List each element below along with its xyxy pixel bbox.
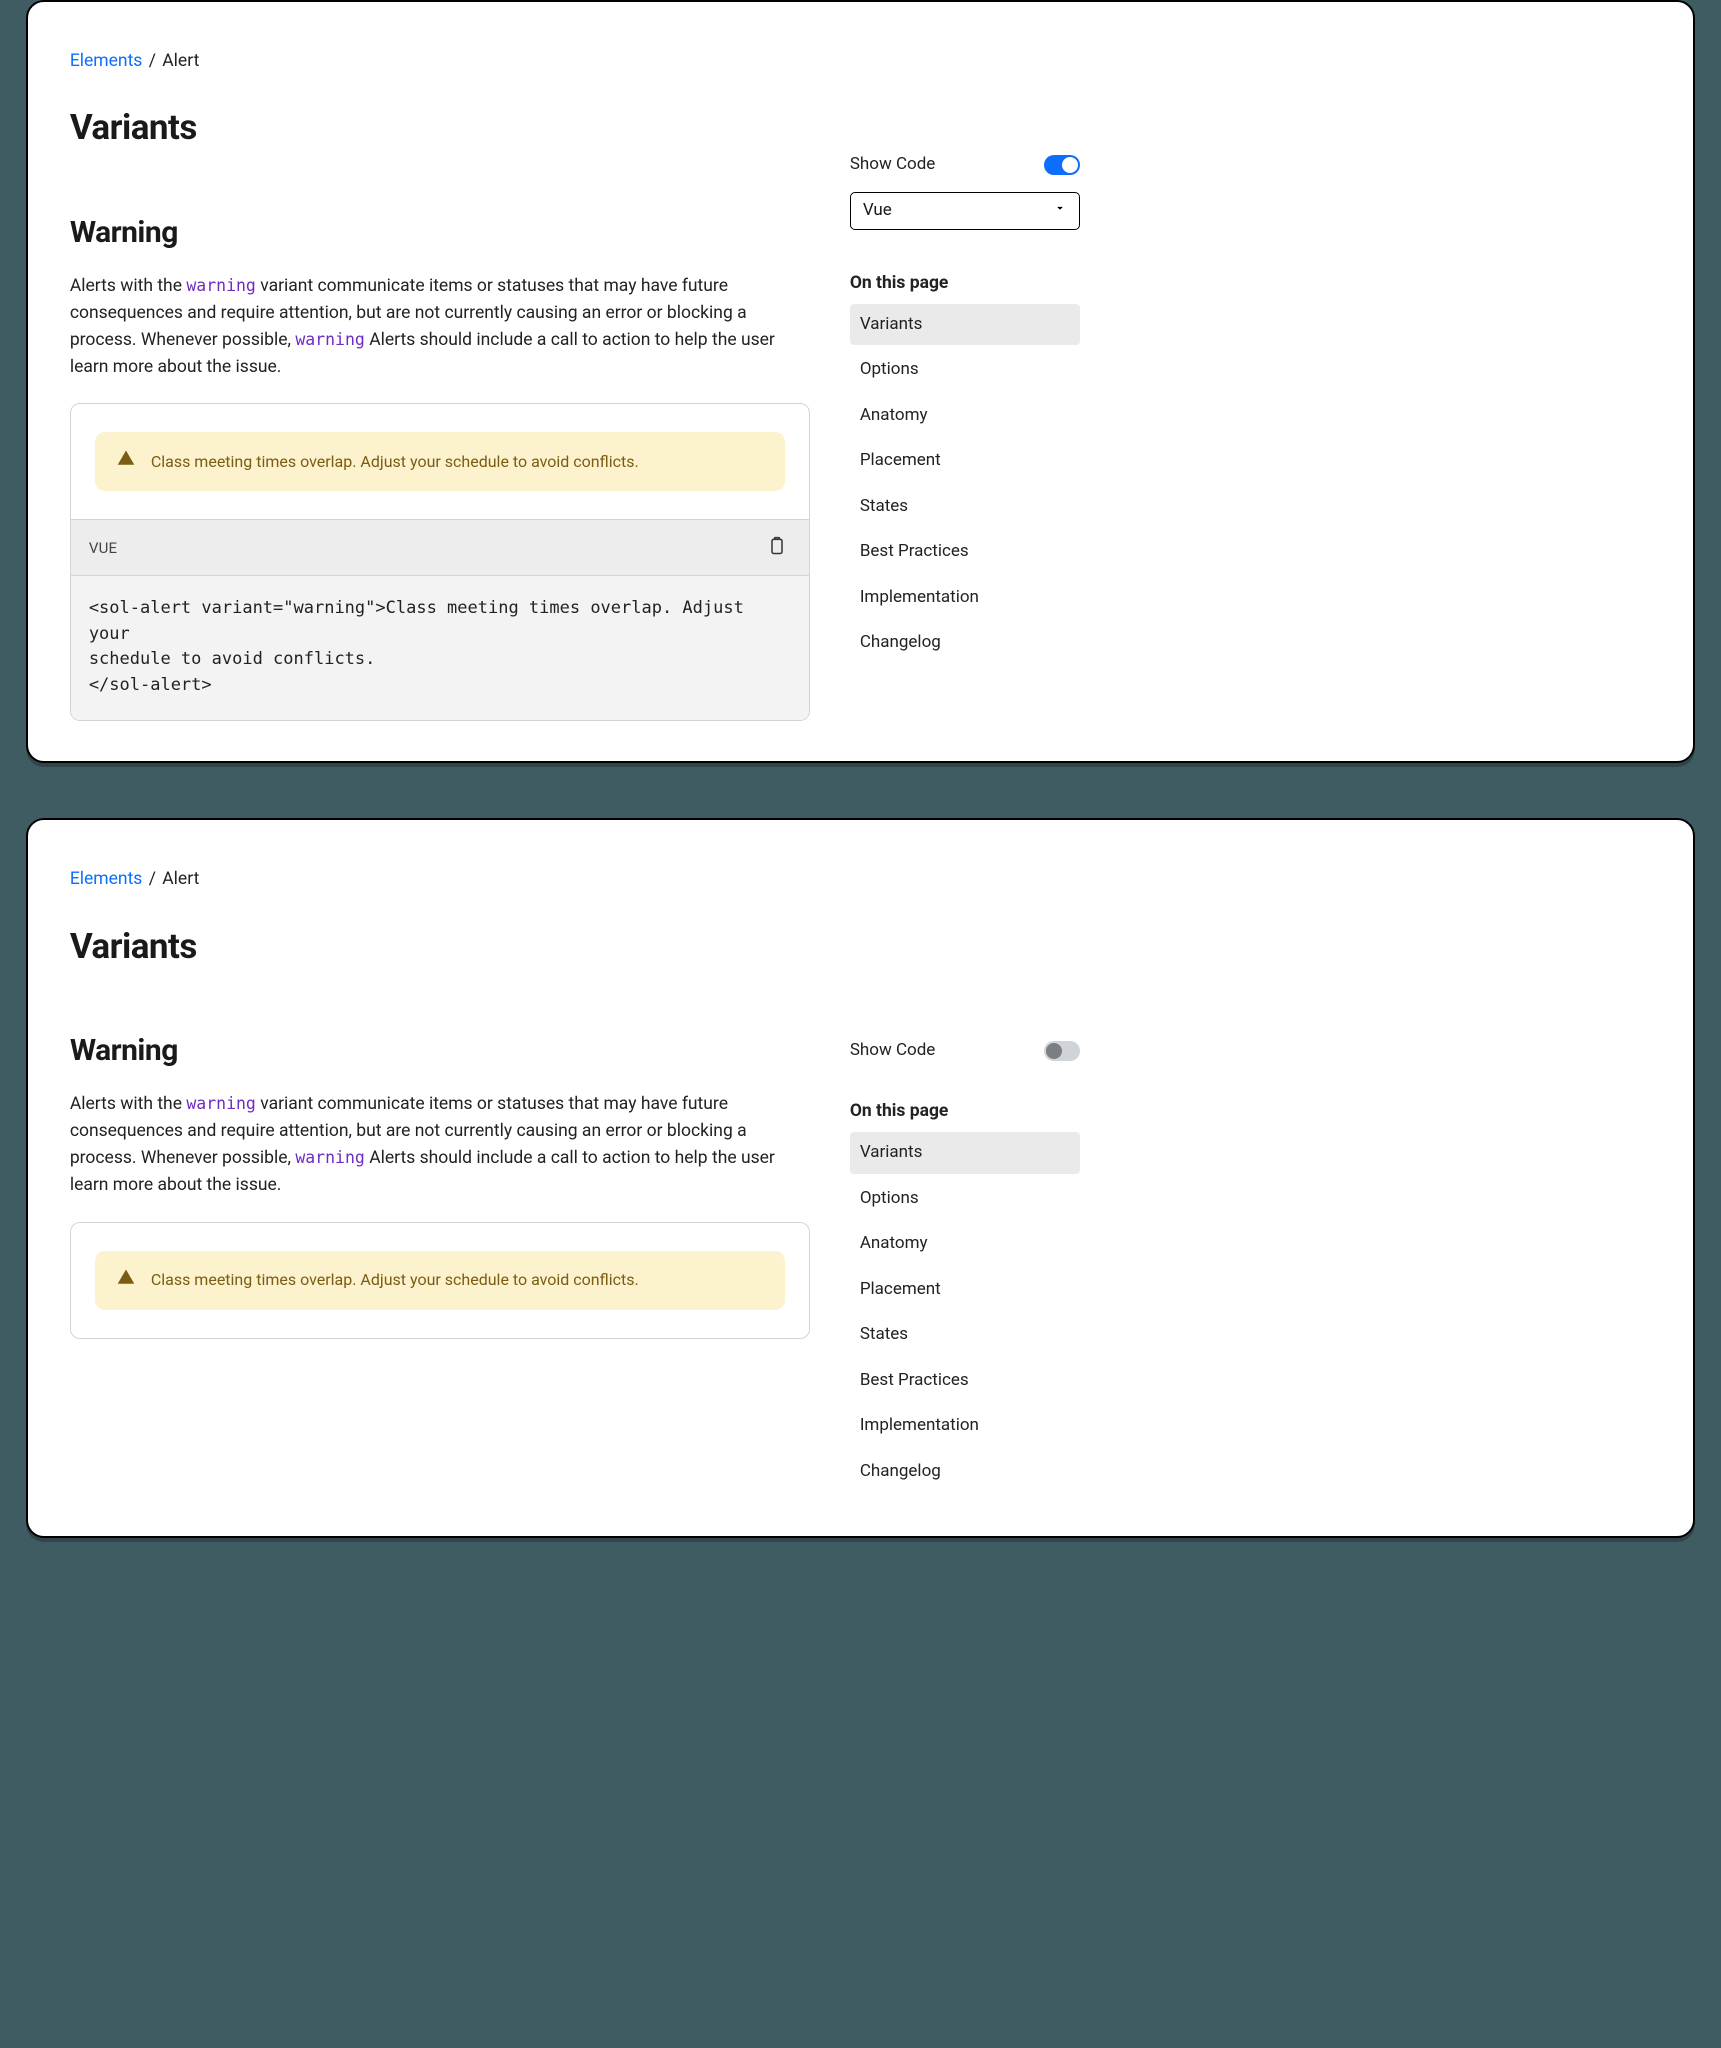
alert-message: Class meeting times overlap. Adjust your… [151, 1268, 639, 1292]
breadcrumb: Elements / Alert [70, 48, 810, 74]
code-language-label: VUE [89, 537, 117, 560]
toc-list: Variants Options Anatomy Placement State… [850, 1132, 1080, 1492]
show-code-toggle[interactable] [1044, 1041, 1080, 1061]
code-snippet: <sol-alert variant="warning">Class meeti… [71, 576, 809, 720]
show-code-label: Show Code [850, 1038, 936, 1064]
toc-item-variants[interactable]: Variants [850, 304, 1080, 346]
alert-warning: Class meeting times overlap. Adjust your… [95, 1251, 785, 1310]
inline-code-warning: warning [295, 330, 365, 349]
section-description: Alerts with the warning variant communic… [70, 1091, 810, 1200]
toc-item-placement[interactable]: Placement [850, 440, 1080, 482]
toc-item-states[interactable]: States [850, 1314, 1080, 1356]
toc-item-variants[interactable]: Variants [850, 1132, 1080, 1174]
breadcrumb-root[interactable]: Elements [70, 51, 143, 71]
section-heading-warning: Warning [70, 1028, 810, 1073]
toc-item-states[interactable]: States [850, 486, 1080, 528]
warning-triangle-icon [117, 1268, 135, 1293]
page-title: Variants [70, 102, 810, 155]
toc-list: Variants Options Anatomy Placement State… [850, 304, 1080, 664]
chevron-down-icon [1053, 198, 1067, 224]
component-preview: Class meeting times overlap. Adjust your… [70, 403, 810, 520]
breadcrumb-separator: / [149, 51, 156, 71]
framework-select[interactable]: Vue [850, 192, 1080, 230]
toc-heading: On this page [850, 1098, 1080, 1124]
inline-code-warning: warning [295, 1148, 365, 1167]
page-title: Variants [70, 921, 810, 974]
alert-warning: Class meeting times overlap. Adjust your… [95, 432, 785, 491]
toc-item-best-practices[interactable]: Best Practices [850, 531, 1080, 573]
breadcrumb-root[interactable]: Elements [70, 869, 143, 889]
toc-item-changelog[interactable]: Changelog [850, 622, 1080, 664]
toc-item-anatomy[interactable]: Anatomy [850, 395, 1080, 437]
show-code-label: Show Code [850, 152, 936, 178]
toc-item-best-practices[interactable]: Best Practices [850, 1360, 1080, 1402]
toc-item-anatomy[interactable]: Anatomy [850, 1223, 1080, 1265]
warning-triangle-icon [117, 449, 135, 474]
alert-message: Class meeting times overlap. Adjust your… [151, 450, 639, 474]
toc-item-options[interactable]: Options [850, 349, 1080, 391]
show-code-toggle[interactable] [1044, 155, 1080, 175]
toc-heading: On this page [850, 270, 1080, 296]
copy-code-button[interactable] [763, 532, 791, 563]
inline-code-warning: warning [186, 1094, 256, 1113]
breadcrumb-separator: / [149, 869, 156, 889]
toc-item-placement[interactable]: Placement [850, 1269, 1080, 1311]
framework-select-value: Vue [863, 198, 892, 224]
toc-item-implementation[interactable]: Implementation [850, 577, 1080, 619]
toc-item-changelog[interactable]: Changelog [850, 1451, 1080, 1493]
section-heading-warning: Warning [70, 210, 810, 255]
section-description: Alerts with the warning variant communic… [70, 273, 810, 382]
breadcrumb-current: Alert [162, 51, 199, 71]
component-preview: Class meeting times overlap. Adjust your… [70, 1222, 810, 1339]
toc-item-options[interactable]: Options [850, 1178, 1080, 1220]
clipboard-icon [767, 544, 787, 559]
breadcrumb-current: Alert [162, 869, 199, 889]
toc-item-implementation[interactable]: Implementation [850, 1405, 1080, 1447]
breadcrumb: Elements / Alert [70, 866, 810, 892]
code-block: VUE <sol-alert variant="warning">Class m… [70, 520, 810, 721]
inline-code-warning: warning [186, 276, 256, 295]
